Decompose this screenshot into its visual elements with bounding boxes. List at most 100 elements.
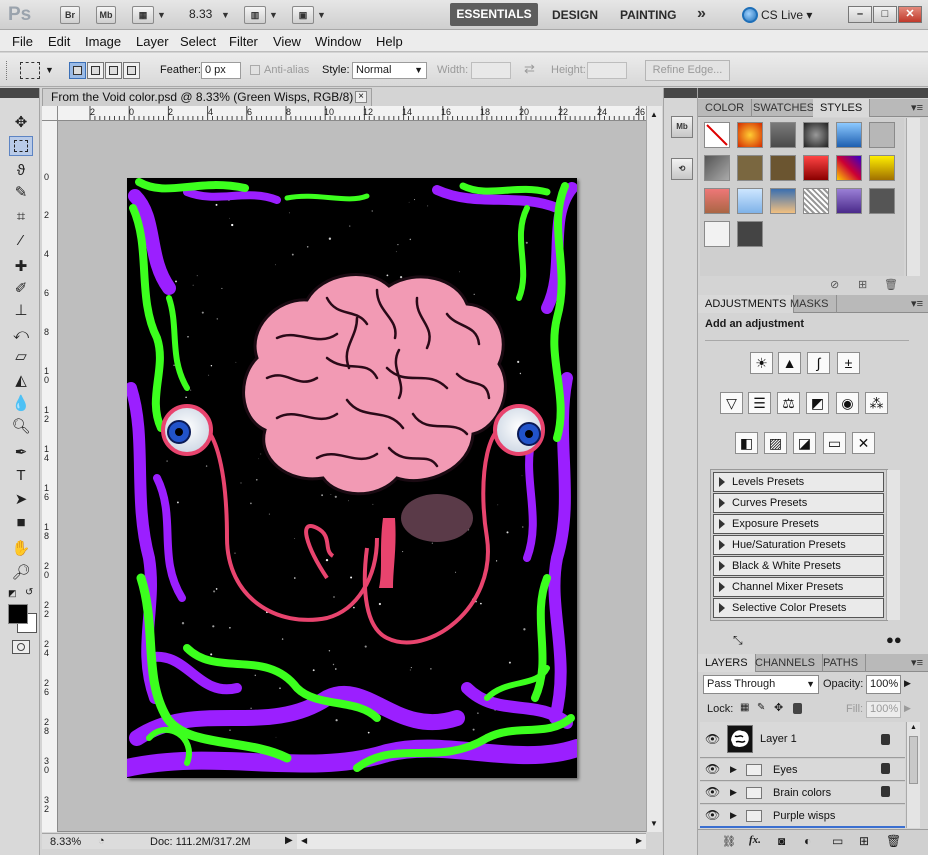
hand-tool-icon[interactable]: ✋	[9, 538, 33, 558]
tab-color[interactable]: COLOR	[698, 99, 753, 117]
eyedropper-tool-icon[interactable]: ⁄	[9, 230, 33, 250]
expand-view-icon[interactable]: ⤡	[733, 633, 743, 648]
horizontal-scrollbar[interactable]: ◀ ▶	[297, 833, 646, 849]
screen-mode-button[interactable]: ▣	[292, 6, 314, 24]
style-swatch[interactable]	[737, 221, 763, 247]
chevron-down-icon[interactable]: ▼	[317, 10, 326, 20]
fill-input[interactable]: 100%	[866, 701, 901, 718]
lock-position-icon[interactable]: ✥	[774, 701, 783, 714]
menu-select[interactable]: Select	[180, 34, 216, 49]
new-selection-button[interactable]	[69, 62, 86, 79]
styles-scrollbar[interactable]	[906, 118, 920, 276]
chevron-down-icon[interactable]: ▼	[157, 10, 166, 20]
height-input[interactable]	[587, 62, 627, 79]
new-adjustment-layer-icon[interactable]: ◐	[804, 834, 811, 848]
more-workspaces-button[interactable]: »	[697, 5, 706, 23]
view-extras-button[interactable]: ▦	[132, 6, 154, 24]
lock-all-icon[interactable]	[793, 703, 802, 714]
vibrance-icon[interactable]: ▽	[720, 392, 743, 414]
scroll-right-icon[interactable]: ▶	[636, 836, 642, 845]
rectangular-marquee-preset-icon[interactable]	[20, 62, 40, 79]
horizontal-ruler[interactable]: 2 0 2 4 6 8 10 12 14 16 18 20 22 24 26	[58, 106, 646, 121]
menu-filter[interactable]: Filter	[229, 34, 258, 49]
pen-tool-icon[interactable]: ✒	[9, 442, 33, 462]
scroll-down-icon[interactable]: ▼	[650, 819, 658, 828]
style-swatch[interactable]	[737, 188, 763, 214]
swap-colors-icon[interactable]: ↺	[25, 587, 33, 598]
lasso-tool-icon[interactable]: ϑ	[9, 160, 33, 180]
style-swatch[interactable]	[704, 188, 730, 214]
crop-tool-icon[interactable]: ⌗	[9, 206, 33, 226]
visibility-eye-icon[interactable]: 👁︎	[705, 762, 720, 776]
feather-input[interactable]: 0 px	[201, 62, 241, 79]
scroll-up-icon[interactable]: ▲	[910, 724, 917, 731]
delete-layer-icon[interactable]: 🗑︎	[886, 834, 901, 848]
history-panel-icon[interactable]: ⟲	[671, 158, 693, 180]
color-balance-icon[interactable]: ⚖	[777, 392, 800, 414]
close-document-icon[interactable]: ×	[355, 91, 367, 103]
panel-menu-icon[interactable]: ▾≡	[911, 297, 923, 310]
gradient-map-icon[interactable]: ▭	[823, 432, 846, 454]
mini-bridge-button[interactable]: Mb	[96, 6, 116, 24]
zoom-level[interactable]: 8.33	[189, 7, 212, 21]
type-tool-icon[interactable]: T	[9, 465, 33, 485]
blend-mode-select[interactable]: Pass Through ▼	[703, 675, 819, 694]
layer-style-icon[interactable]: fx.	[749, 834, 761, 846]
visibility-eye-icon[interactable]: 👁︎	[705, 732, 720, 746]
link-layers-icon[interactable]: ⛓	[722, 835, 736, 848]
style-select[interactable]: Normal ▼	[352, 62, 427, 79]
lock-pixels-icon[interactable]: ✎	[757, 702, 765, 713]
menu-edit[interactable]: Edit	[48, 34, 70, 49]
paint-bucket-tool-icon[interactable]: ◭	[9, 370, 33, 390]
invert-icon[interactable]: ◧	[735, 432, 758, 454]
layer-row[interactable]: 👁︎ ▶ Brain colors	[700, 782, 905, 804]
vertical-scrollbar[interactable]: ▲ ▼	[646, 106, 662, 832]
close-window-button[interactable]: ✕	[898, 6, 922, 23]
default-colors-icon[interactable]: ◩	[8, 588, 17, 599]
refine-edge-button[interactable]: Refine Edge...	[645, 60, 730, 81]
path-selection-tool-icon[interactable]: ➤	[9, 489, 33, 509]
style-swatch[interactable]	[869, 188, 895, 214]
style-swatch[interactable]	[737, 122, 763, 148]
scroll-left-icon[interactable]: ◀	[301, 836, 307, 845]
workspace-essentials-button[interactable]: ESSENTIALS	[450, 3, 538, 26]
tools-panel-grip[interactable]	[0, 88, 39, 98]
preset-selective-color[interactable]: Selective Color Presets	[713, 598, 884, 618]
scroll-up-icon[interactable]: ▲	[650, 110, 658, 119]
clear-style-icon[interactable]: ⊘	[830, 278, 839, 291]
visibility-eye-icon[interactable]: 👁︎	[705, 785, 720, 799]
style-swatch[interactable]	[869, 122, 895, 148]
hue-saturation-icon[interactable]: ☰	[748, 392, 771, 414]
chevron-down-icon[interactable]: ▼	[269, 10, 278, 20]
tab-styles[interactable]: STYLES	[813, 99, 871, 117]
scrollbar-thumb[interactable]	[909, 736, 918, 784]
style-swatch[interactable]	[770, 122, 796, 148]
new-style-icon[interactable]: ⊞	[858, 278, 867, 291]
channel-mixer-icon[interactable]: ⁂	[865, 392, 888, 414]
photo-filter-icon[interactable]: ◉	[836, 392, 859, 414]
expand-arrow-icon[interactable]: ▶	[730, 764, 737, 775]
move-tool-icon[interactable]: ✥	[9, 112, 33, 132]
workspace-painting-button[interactable]: PAINTING	[620, 8, 676, 22]
expand-arrow-icon[interactable]: ▶	[730, 787, 737, 798]
clip-to-layer-icon[interactable]: ●●	[886, 632, 902, 647]
add-mask-icon[interactable]: ◙	[778, 834, 785, 848]
exposure-icon[interactable]: ±	[837, 352, 860, 374]
brightness-contrast-icon[interactable]: ☀	[750, 352, 773, 374]
swap-dimensions-icon[interactable]: ⇄	[524, 61, 535, 77]
style-swatch[interactable]	[770, 188, 796, 214]
add-to-selection-button[interactable]	[87, 62, 104, 79]
preset-channel-mixer[interactable]: Channel Mixer Presets	[713, 577, 884, 597]
ruler-origin[interactable]	[42, 106, 58, 121]
expand-arrow-icon[interactable]: ▶	[730, 810, 737, 821]
threshold-icon[interactable]: ◪	[793, 432, 816, 454]
status-info-icon[interactable]: ◔	[98, 835, 105, 847]
layer-row[interactable]: 👁︎ ▶ Eyes	[700, 759, 905, 781]
curves-icon[interactable]: ∫	[807, 352, 830, 374]
chevron-down-icon[interactable]: ▼	[221, 10, 230, 20]
preset-black-white[interactable]: Black & White Presets	[713, 556, 884, 576]
arrange-documents-button[interactable]: ▥	[244, 6, 266, 24]
delete-style-icon[interactable]: 🗑︎	[884, 278, 898, 291]
rectangular-marquee-tool-icon[interactable]	[9, 136, 33, 156]
style-swatch[interactable]	[836, 188, 862, 214]
